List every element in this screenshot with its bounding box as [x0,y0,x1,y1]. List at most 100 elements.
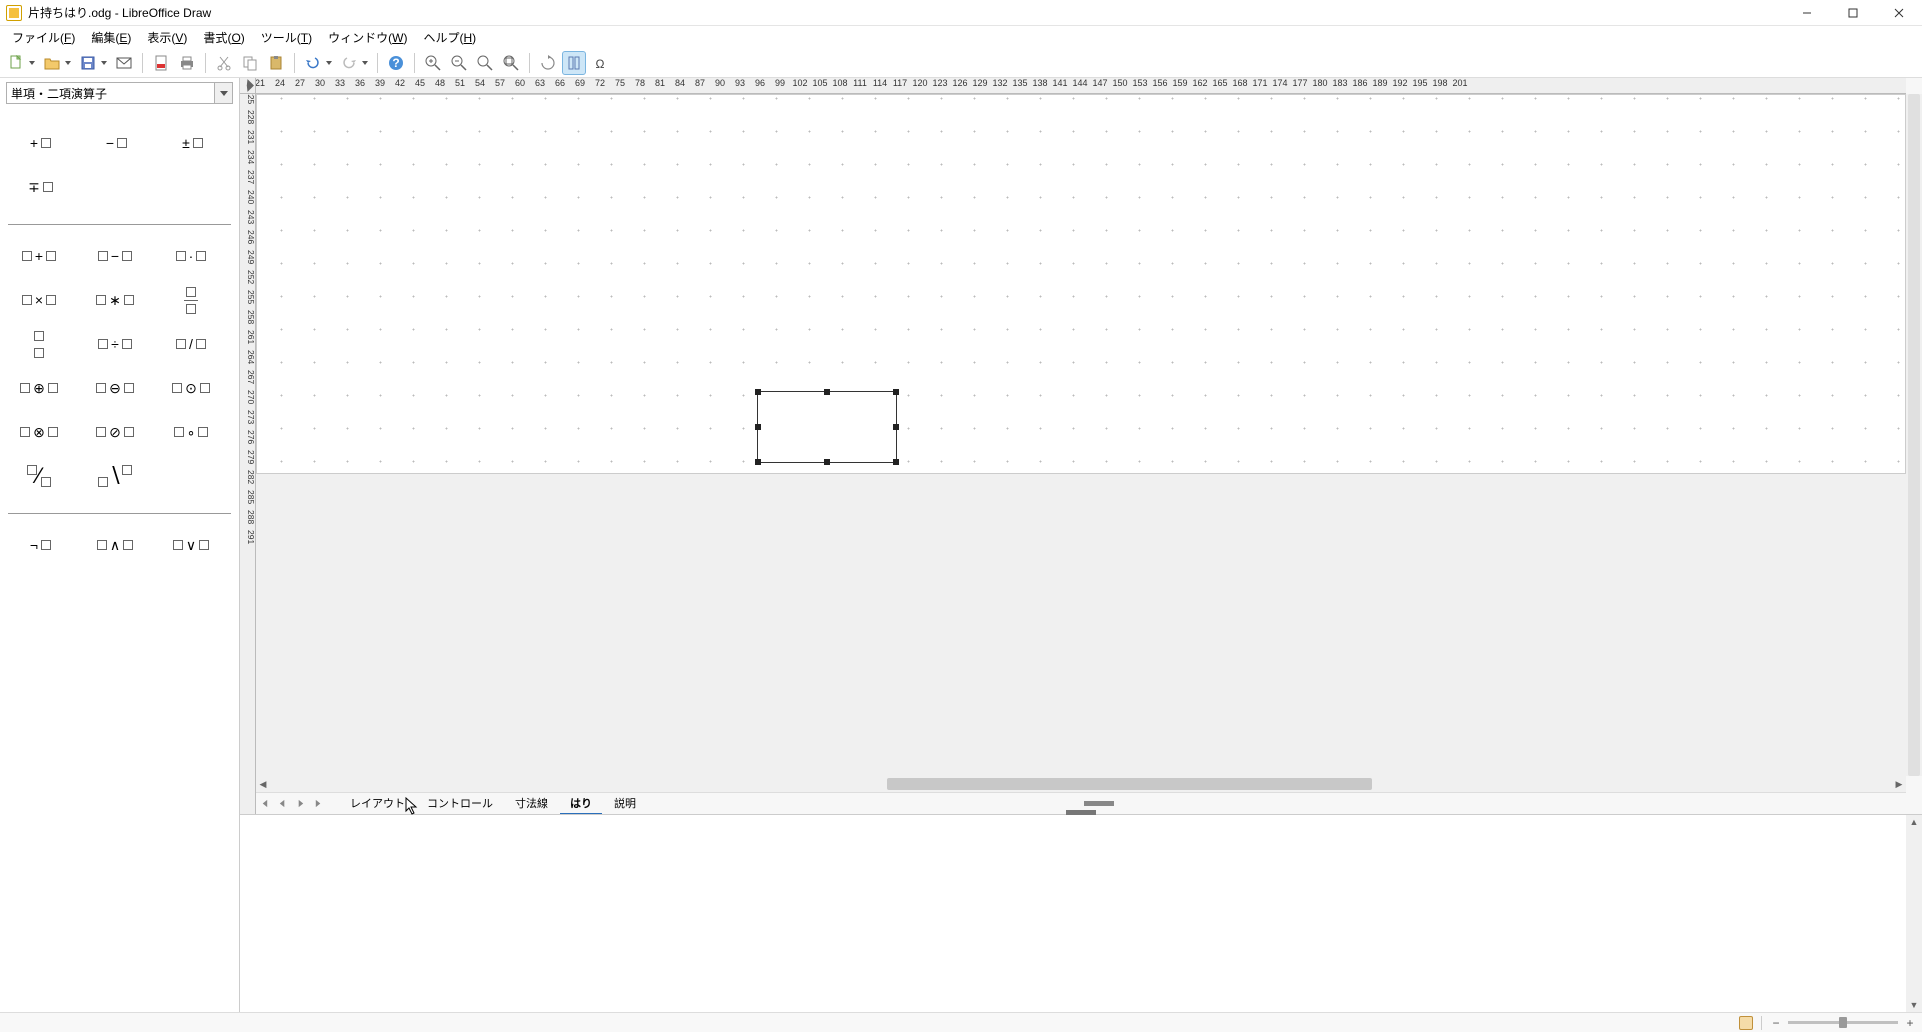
symbol-widebslash[interactable]: ∖ [90,463,140,489]
tab-layout[interactable]: レイアウト [340,793,415,815]
menu-file[interactable]: ファイル(F) [4,27,83,48]
ruler-corner[interactable] [240,78,256,94]
menu-view[interactable]: 表示(V) [139,27,195,48]
close-button[interactable] [1876,0,1922,26]
drawing-page[interactable] [256,94,1906,474]
horizontal-scrollbar[interactable] [272,778,1890,790]
statusbar: − + [0,1012,1922,1032]
resize-handle-tr[interactable] [893,389,899,395]
copy-button[interactable] [238,51,262,75]
tab-desc[interactable]: 説明 [604,793,646,815]
symbol-otimes[interactable]: ⊗ [14,419,64,445]
symbol-stack-noline[interactable] [14,331,64,357]
new-button[interactable] [4,51,38,75]
open-button[interactable] [40,51,74,75]
tab-prev-icon[interactable] [274,796,290,812]
symbol-plus-unary[interactable]: + [14,130,64,156]
tab-dims[interactable]: 寸法線 [505,793,558,815]
tab-first-icon[interactable] [256,796,272,812]
tab-control[interactable]: コントロール [417,793,503,815]
category-dropdown-icon[interactable] [214,83,232,103]
cut-button[interactable] [212,51,236,75]
selected-formula-object[interactable] [757,391,897,463]
scroll-up-icon[interactable]: ▲ [1910,817,1919,827]
formula-input[interactable] [240,815,1906,1012]
symbol-panel: + − ± ∓ + − · × ∗ [0,108,239,1012]
symbol-oplus[interactable]: ⊕ [14,375,64,401]
zoom-slider[interactable]: − + [1770,1016,1916,1030]
zoom-track[interactable] [1788,1021,1898,1024]
symbol-odot[interactable]: ⊙ [166,375,216,401]
resize-handle-mr[interactable] [893,424,899,430]
symbol-circ[interactable]: ∘ [166,419,216,445]
symbol-plus[interactable]: + [14,243,64,269]
vertical-scrollbar[interactable] [1906,94,1922,776]
redo-button[interactable] [337,51,371,75]
symbol-cdot[interactable]: · [166,243,216,269]
menu-tools[interactable]: ツール(T) [253,27,320,48]
export-pdf-button[interactable] [149,51,173,75]
symbol-omega-button[interactable]: Ω [588,51,612,75]
resize-handle-ml[interactable] [755,424,761,430]
category-value[interactable] [7,83,214,103]
titlebar: 片持ちはり.odg - LibreOffice Draw [0,0,1922,26]
print-button[interactable] [175,51,199,75]
save-button[interactable] [76,51,110,75]
panel-split-grip[interactable] [1066,810,1096,815]
zoom-page-button[interactable] [499,51,523,75]
symbol-or[interactable]: ∨ [166,532,216,558]
symbol-neg[interactable]: ¬ [14,532,64,558]
standard-toolbar: ? Ω [0,48,1922,78]
menu-help[interactable]: ヘルプ(H) [415,27,484,48]
symbol-minus[interactable]: − [90,243,140,269]
undo-button[interactable] [301,51,335,75]
symbol-and[interactable]: ∧ [90,532,140,558]
paste-button[interactable] [264,51,288,75]
tab-splitter-handle[interactable] [1084,801,1114,806]
formula-cursor-button[interactable] [562,51,586,75]
refresh-button[interactable] [536,51,560,75]
resize-handle-bl[interactable] [755,459,761,465]
zoom-handle[interactable] [1839,1017,1847,1028]
menu-edit[interactable]: 編集(E) [83,27,139,48]
zoom-in-button[interactable] [421,51,445,75]
help-button[interactable]: ? [384,51,408,75]
symbol-wideslash[interactable]: ⁄ [14,463,64,489]
elements-sidebar: + − ± ∓ + − · × ∗ [0,78,240,1012]
symbol-minus-unary[interactable]: − [90,130,140,156]
scroll-right-icon[interactable]: ▶ [1892,777,1906,791]
symbol-ominus[interactable]: ⊖ [90,375,140,401]
symbol-slash[interactable]: / [166,331,216,357]
symbol-ast[interactable]: ∗ [90,287,140,313]
save-indicator-icon[interactable] [1739,1016,1753,1030]
formula-vertical-scrollbar[interactable]: ▲ ▼ [1906,815,1922,1012]
menu-format[interactable]: 書式(O) [195,27,252,48]
resize-handle-br[interactable] [893,459,899,465]
scroll-left-icon[interactable]: ◀ [256,777,270,791]
symbol-oslash[interactable]: ⊘ [90,419,140,445]
minimize-button[interactable] [1784,0,1830,26]
symbol-frac[interactable] [166,287,216,313]
symbol-plusminus-unary[interactable]: ± [166,130,216,156]
tab-beam[interactable]: はり [560,793,602,815]
category-select[interactable] [6,82,233,104]
zoom-plus-icon[interactable]: + [1904,1016,1916,1030]
maximize-button[interactable] [1830,0,1876,26]
tab-last-icon[interactable] [310,796,326,812]
resize-handle-bm[interactable] [824,459,830,465]
tab-next-icon[interactable] [292,796,308,812]
symbol-times[interactable]: × [14,287,64,313]
resize-handle-tl[interactable] [755,389,761,395]
vertical-ruler[interactable]: 2252282312342372402432462492522552582612… [240,94,256,814]
zoom-minus-icon[interactable]: − [1770,1016,1782,1030]
symbol-minusplus-unary[interactable]: ∓ [14,174,64,200]
resize-handle-tm[interactable] [824,389,830,395]
zoom-100-button[interactable] [473,51,497,75]
mail-button[interactable] [112,51,136,75]
horizontal-ruler[interactable]: 2124273033363942454851545760636669727578… [256,78,1906,94]
symbol-div[interactable]: ÷ [90,331,140,357]
zoom-out-button[interactable] [447,51,471,75]
canvas-viewport[interactable] [256,94,1906,776]
menu-window[interactable]: ウィンドウ(W) [320,27,415,48]
scroll-down-icon[interactable]: ▼ [1910,1000,1919,1010]
